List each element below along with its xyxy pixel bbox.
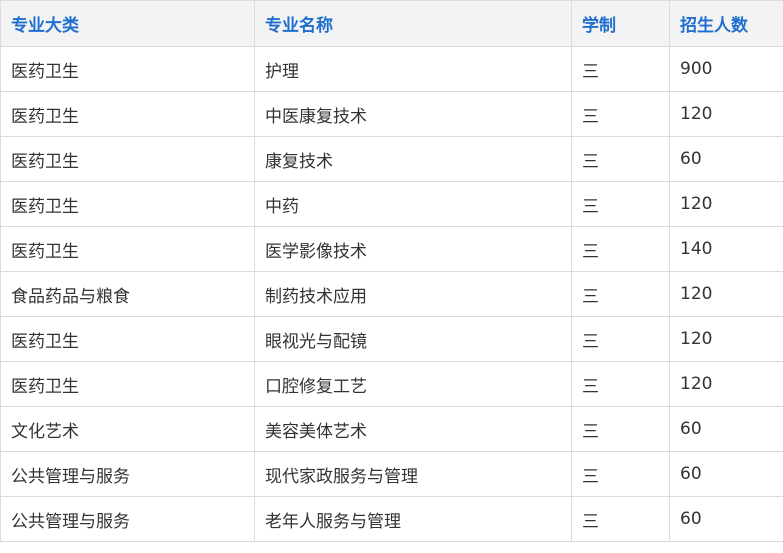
cell-enrollment: 60 [669, 136, 783, 182]
table-row: 食品药品与粮食 制药技术应用 三 120 [0, 271, 783, 317]
cell-major-name: 中药 [254, 181, 572, 227]
cell-major-name: 康复技术 [254, 136, 572, 182]
cell-duration: 三 [571, 406, 670, 452]
table-row: 医药卫生 中医康复技术 三 120 [0, 91, 783, 137]
enrollment-table: 专业大类 专业名称 学制 招生人数 医药卫生 护理 三 900 医药卫生 中医康… [0, 0, 783, 542]
cell-category: 公共管理与服务 [0, 451, 255, 497]
cell-enrollment: 900 [669, 46, 783, 92]
cell-major-name: 医学影像技术 [254, 226, 572, 272]
header-category: 专业大类 [0, 0, 255, 47]
table-row: 医药卫生 中药 三 120 [0, 181, 783, 227]
cell-major-name: 美容美体艺术 [254, 406, 572, 452]
cell-major-name: 老年人服务与管理 [254, 496, 572, 542]
cell-duration: 三 [571, 316, 670, 362]
header-enrollment: 招生人数 [669, 0, 783, 47]
header-duration: 学制 [571, 0, 670, 47]
cell-major-name: 口腔修复工艺 [254, 361, 572, 407]
cell-major-name: 护理 [254, 46, 572, 92]
cell-duration: 三 [571, 91, 670, 137]
cell-category: 医药卫生 [0, 46, 255, 92]
cell-enrollment: 60 [669, 406, 783, 452]
cell-major-name: 制药技术应用 [254, 271, 572, 317]
cell-duration: 三 [571, 46, 670, 92]
table-row: 公共管理与服务 现代家政服务与管理 三 60 [0, 451, 783, 497]
cell-duration: 三 [571, 496, 670, 542]
cell-category: 文化艺术 [0, 406, 255, 452]
cell-duration: 三 [571, 181, 670, 227]
cell-enrollment: 60 [669, 496, 783, 542]
cell-enrollment: 120 [669, 91, 783, 137]
table-header-row: 专业大类 专业名称 学制 招生人数 [0, 0, 783, 47]
cell-duration: 三 [571, 271, 670, 317]
cell-duration: 三 [571, 226, 670, 272]
cell-category: 医药卫生 [0, 226, 255, 272]
cell-category: 医药卫生 [0, 361, 255, 407]
cell-enrollment: 120 [669, 361, 783, 407]
cell-category: 食品药品与粮食 [0, 271, 255, 317]
cell-category: 公共管理与服务 [0, 496, 255, 542]
cell-category: 医药卫生 [0, 181, 255, 227]
cell-enrollment: 120 [669, 316, 783, 362]
table-row: 医药卫生 眼视光与配镜 三 120 [0, 316, 783, 362]
table-row: 医药卫生 护理 三 900 [0, 46, 783, 92]
cell-duration: 三 [571, 361, 670, 407]
cell-major-name: 现代家政服务与管理 [254, 451, 572, 497]
cell-enrollment: 120 [669, 271, 783, 317]
cell-enrollment: 60 [669, 451, 783, 497]
cell-major-name: 眼视光与配镜 [254, 316, 572, 362]
header-major-name: 专业名称 [254, 0, 572, 47]
table-row: 文化艺术 美容美体艺术 三 60 [0, 406, 783, 452]
cell-major-name: 中医康复技术 [254, 91, 572, 137]
cell-enrollment: 120 [669, 181, 783, 227]
cell-enrollment: 140 [669, 226, 783, 272]
cell-duration: 三 [571, 136, 670, 182]
cell-category: 医药卫生 [0, 136, 255, 182]
table-row: 公共管理与服务 老年人服务与管理 三 60 [0, 496, 783, 542]
table-row: 医药卫生 康复技术 三 60 [0, 136, 783, 182]
cell-category: 医药卫生 [0, 91, 255, 137]
table-row: 医药卫生 医学影像技术 三 140 [0, 226, 783, 272]
table-row: 医药卫生 口腔修复工艺 三 120 [0, 361, 783, 407]
cell-category: 医药卫生 [0, 316, 255, 362]
cell-duration: 三 [571, 451, 670, 497]
